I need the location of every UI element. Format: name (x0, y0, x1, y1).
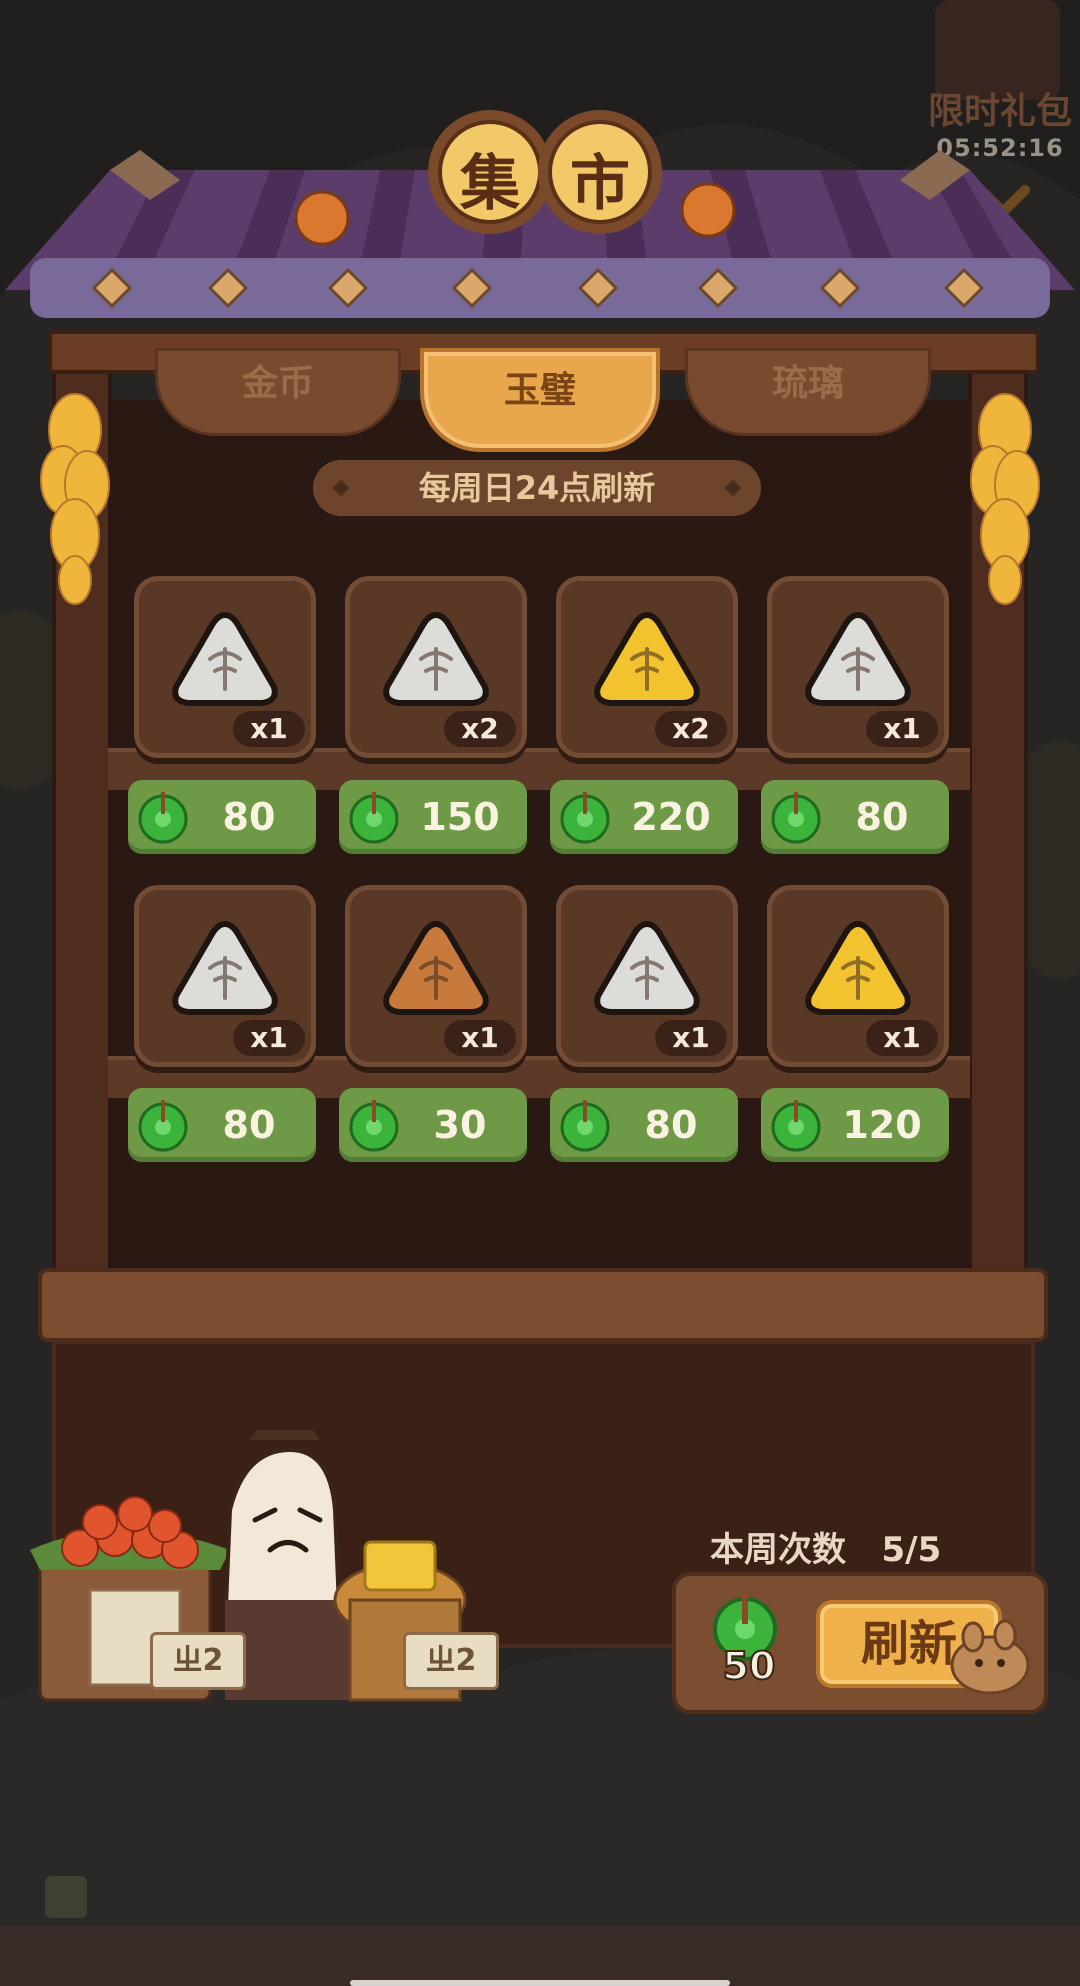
item-price: 80 (644, 1103, 698, 1147)
jade-coin-icon (560, 792, 610, 844)
weekly-count-label: 本周次数 (710, 1530, 846, 1570)
item-quantity: x1 (866, 711, 938, 747)
item-slot[interactable]: x1 (134, 576, 316, 758)
silver-stone-icon (594, 920, 700, 1015)
item-price: 80 (855, 795, 909, 839)
refresh-notice-text: 每周日24点刷新 (418, 469, 656, 507)
item-quantity: x1 (866, 1020, 938, 1056)
corn-decoration-right (970, 393, 1040, 605)
jade-coin-icon (138, 792, 188, 844)
bottom-bar (0, 1926, 1080, 1986)
item-quantity: x2 (444, 711, 516, 747)
buy-price-button[interactable]: 80 (761, 780, 949, 854)
silver-stone-icon (383, 611, 489, 706)
buy-price-button[interactable]: 80 (128, 1088, 316, 1162)
item-slot[interactable]: x2 (345, 576, 527, 758)
title-char-2: 市 (570, 149, 630, 219)
item-slot[interactable]: x1 (767, 576, 949, 758)
refresh-notice: 每周日24点刷新 (313, 460, 761, 516)
home-indicator (350, 1980, 730, 1986)
vendor-sign-2: ㄓ2 (403, 1632, 499, 1690)
bunny-mascot-icon (950, 1619, 1030, 1695)
buy-price-button[interactable]: 220 (550, 780, 738, 854)
item-slot[interactable]: x1 (556, 885, 738, 1067)
tab-jade[interactable]: 玉璧 (420, 348, 660, 452)
buy-price-button[interactable]: 80 (550, 1088, 738, 1162)
item-quantity: x2 (655, 711, 727, 747)
vendor-sign-1: ㄓ2 (150, 1632, 246, 1690)
jade-coin-icon (138, 1100, 188, 1152)
silver-stone-icon (805, 611, 911, 706)
item-price: 80 (222, 795, 276, 839)
item-price: 120 (842, 1103, 922, 1147)
gift-label: 限时礼包 (927, 91, 1072, 132)
jade-coin-icon (771, 1100, 821, 1152)
jade-coin-icon (349, 792, 399, 844)
title-char-1: 集 (460, 149, 520, 219)
item-price: 150 (420, 795, 500, 839)
item-price: 220 (631, 795, 711, 839)
item-quantity: x1 (233, 711, 305, 747)
tab-glaze[interactable]: 琉璃 (685, 348, 931, 436)
item-price: 80 (222, 1103, 276, 1147)
item-quantity: x1 (655, 1020, 727, 1056)
jade-coin-icon (771, 792, 821, 844)
bronze-stone-icon (383, 920, 489, 1015)
item-slot[interactable]: x1 (345, 885, 527, 1067)
corn-decoration-left (40, 393, 110, 605)
item-price: 30 (433, 1103, 487, 1147)
jade-coin-icon (349, 1100, 399, 1152)
item-slot[interactable]: x1 (134, 885, 316, 1067)
stall-counter (38, 1268, 1048, 1342)
tab-gold-coins[interactable]: 金币 (155, 348, 401, 436)
corner-button[interactable] (45, 1876, 87, 1918)
item-slot[interactable]: x1 (767, 885, 949, 1067)
silver-stone-icon (172, 611, 278, 706)
refresh-cost: 50 (722, 1643, 777, 1689)
weekly-count: 本周次数 5/5 (710, 1522, 941, 1571)
gold-stone-icon (805, 920, 911, 1015)
weekly-count-value: 5/5 (881, 1530, 942, 1570)
item-quantity: x1 (444, 1020, 516, 1056)
item-quantity: x1 (233, 1020, 305, 1056)
item-slot[interactable]: x2 (556, 576, 738, 758)
gold-stone-icon (594, 611, 700, 706)
silver-stone-icon (172, 920, 278, 1015)
buy-price-button[interactable]: 30 (339, 1088, 527, 1162)
jade-coin-icon (560, 1100, 610, 1152)
buy-price-button[interactable]: 80 (128, 780, 316, 854)
buy-price-button[interactable]: 150 (339, 780, 527, 854)
buy-price-button[interactable]: 120 (761, 1088, 949, 1162)
